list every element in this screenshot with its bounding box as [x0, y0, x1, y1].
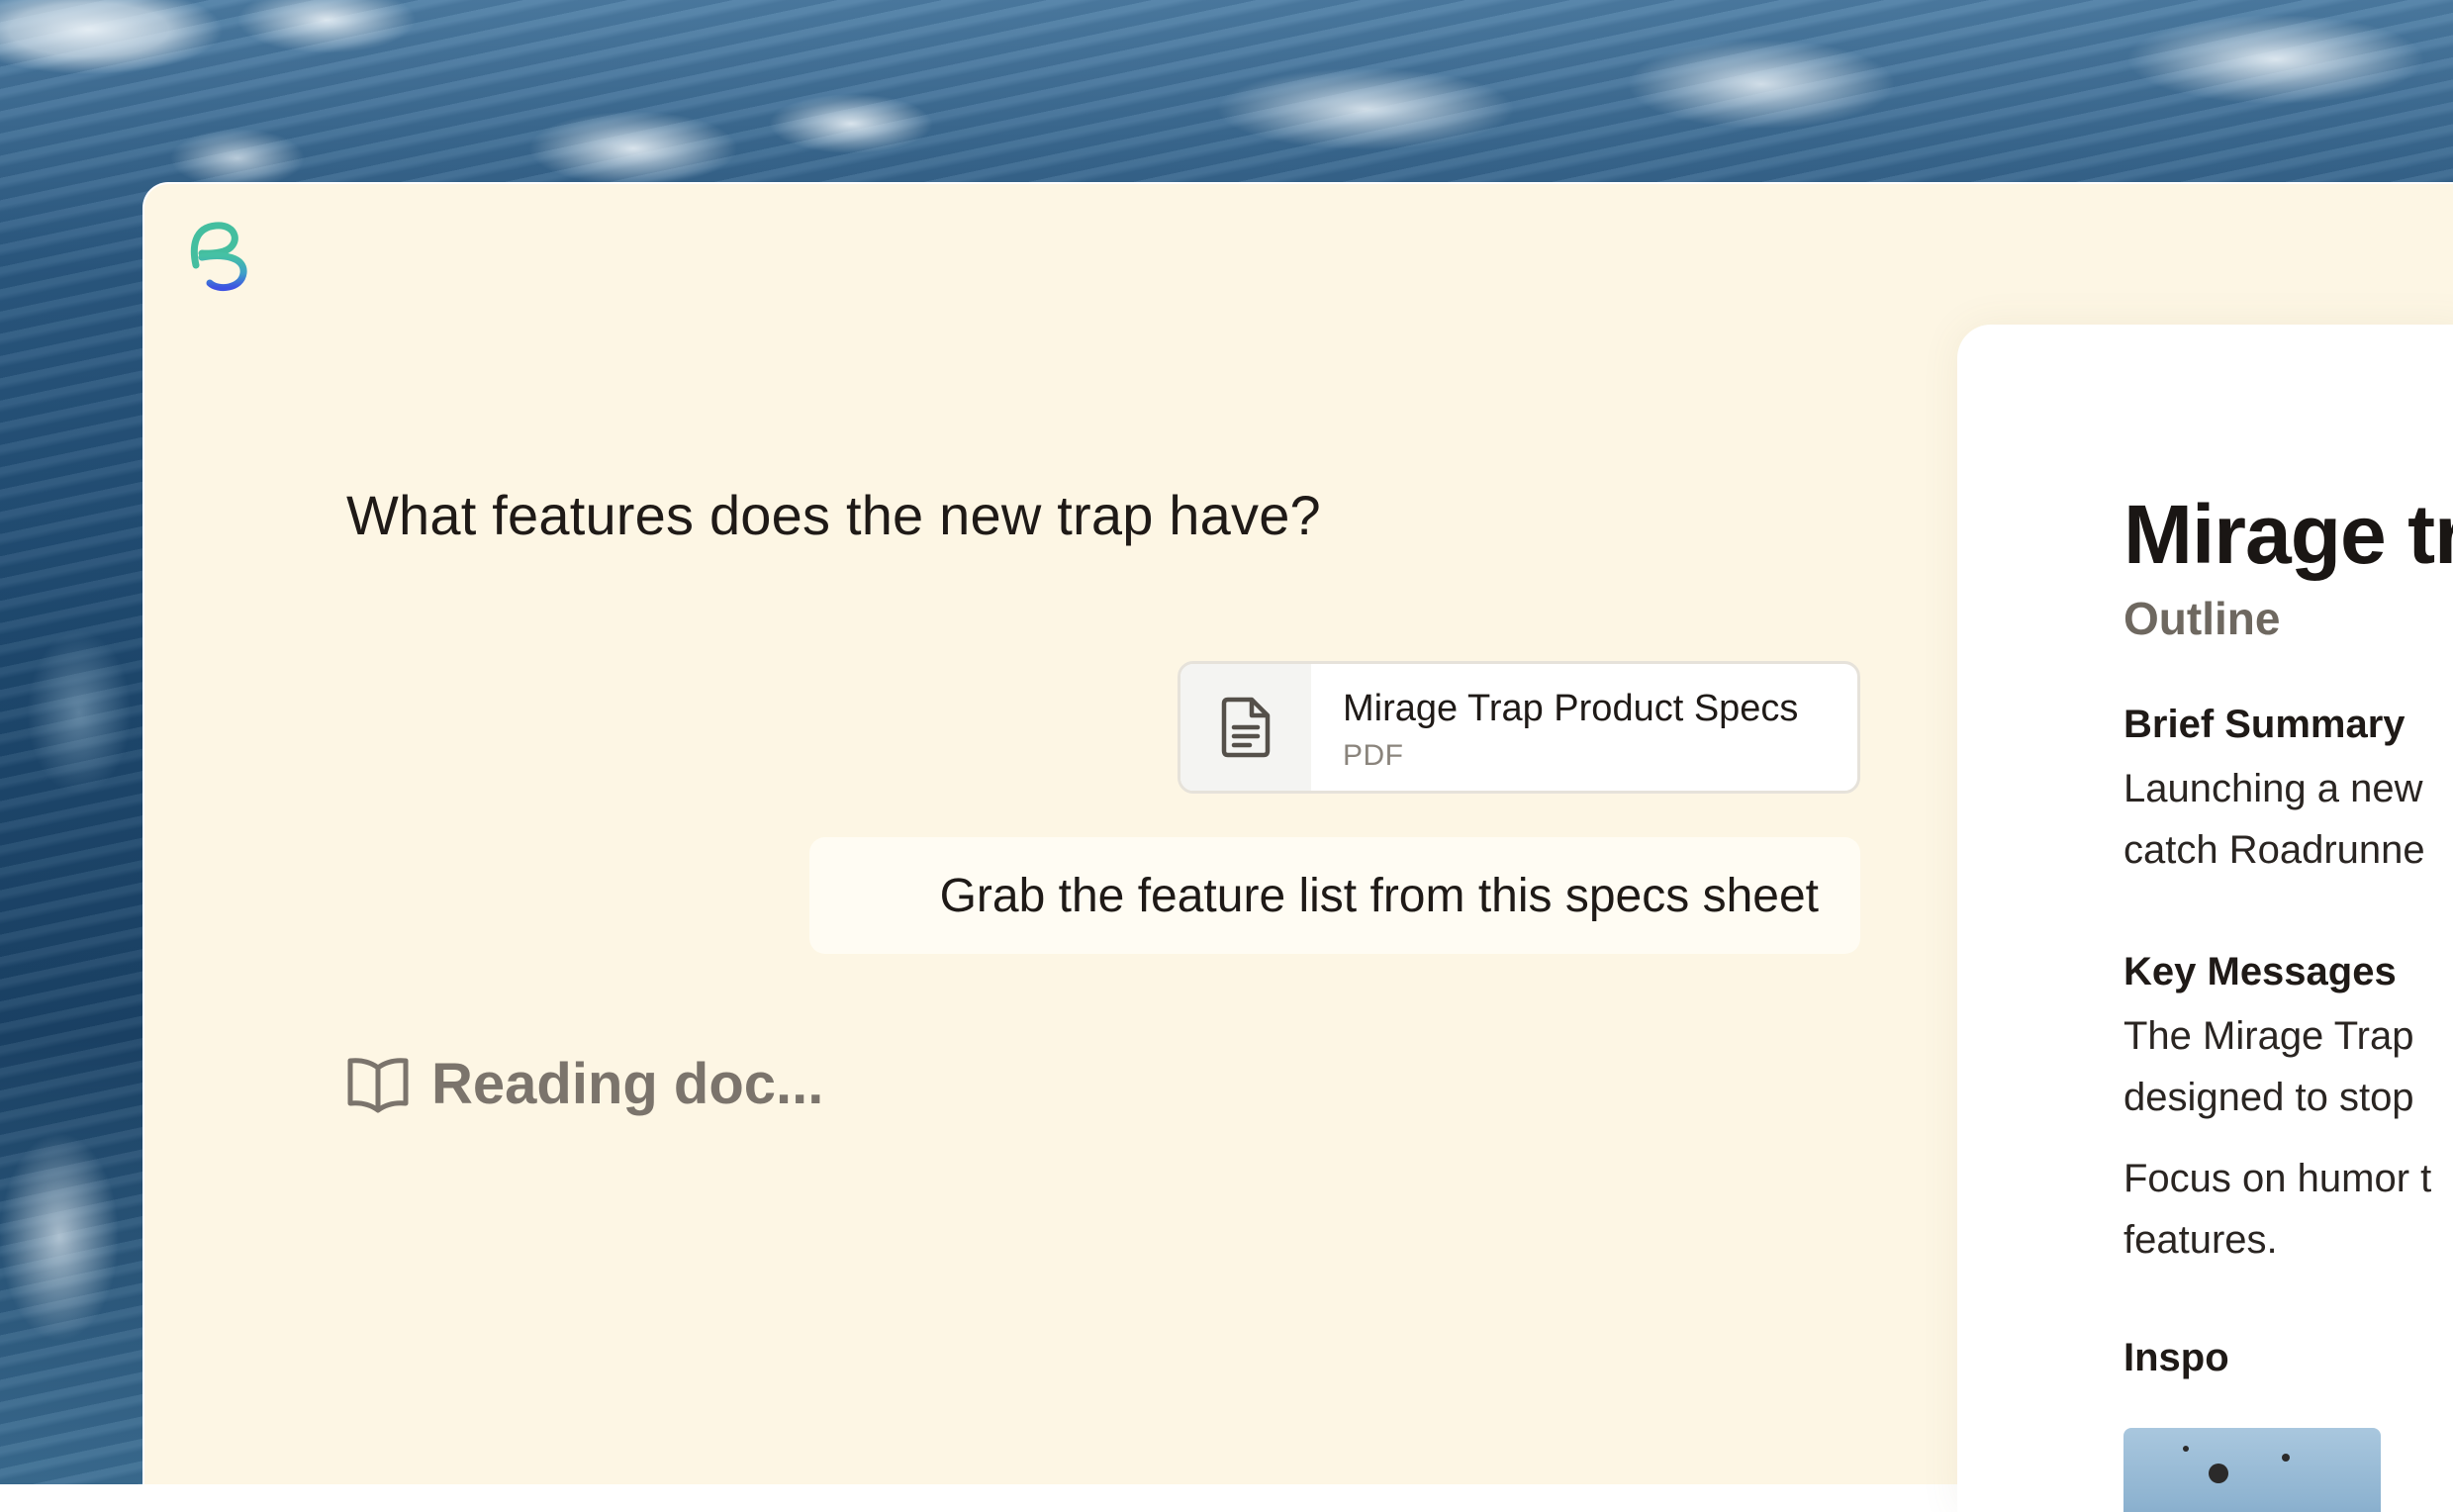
document-preview-panel[interactable]: Mirage tr Outline Brief Summary Launchin…: [1957, 325, 2453, 1512]
user-message-text: Grab the feature list from this specs sh…: [939, 869, 1819, 922]
user-message-bubble: Grab the feature list from this specs sh…: [809, 837, 1860, 954]
app-logo-icon: [190, 222, 247, 292]
section-line: The Mirage Trap: [2123, 1014, 2414, 1058]
open-book-icon: [347, 1057, 409, 1112]
section-line: Launching a new: [2123, 767, 2423, 810]
reading-status: Reading doc...: [346, 1051, 823, 1117]
attachment-type: PDF: [1343, 739, 1404, 772]
document-icon: [1221, 697, 1271, 758]
section-line: catch Roadrunne: [2123, 828, 2425, 872]
status-label: Reading doc...: [431, 1052, 824, 1116]
app-window: What features does the new trap have? Mi…: [142, 182, 2453, 1512]
section-line: Focus on humor t: [2123, 1157, 2432, 1200]
document-subtitle: Outline: [2123, 593, 2281, 644]
section-heading: Inspo: [2123, 1336, 2229, 1379]
document-title: Mirage tr: [2123, 488, 2453, 581]
pdf-attachment-card[interactable]: Mirage Trap Product Specs PDF: [1178, 661, 1860, 794]
section-line: features.: [2123, 1218, 2278, 1262]
attachment-name: Mirage Trap Product Specs: [1343, 688, 1799, 729]
user-question: What features does the new trap have?: [346, 484, 1321, 546]
section-line: designed to stop: [2123, 1076, 2414, 1119]
attachment-icon-area: [1180, 664, 1311, 791]
section-heading: Brief Summary: [2123, 703, 2406, 746]
inspo-image: [2123, 1428, 2381, 1512]
section-heading: Key Messages: [2123, 950, 2397, 993]
